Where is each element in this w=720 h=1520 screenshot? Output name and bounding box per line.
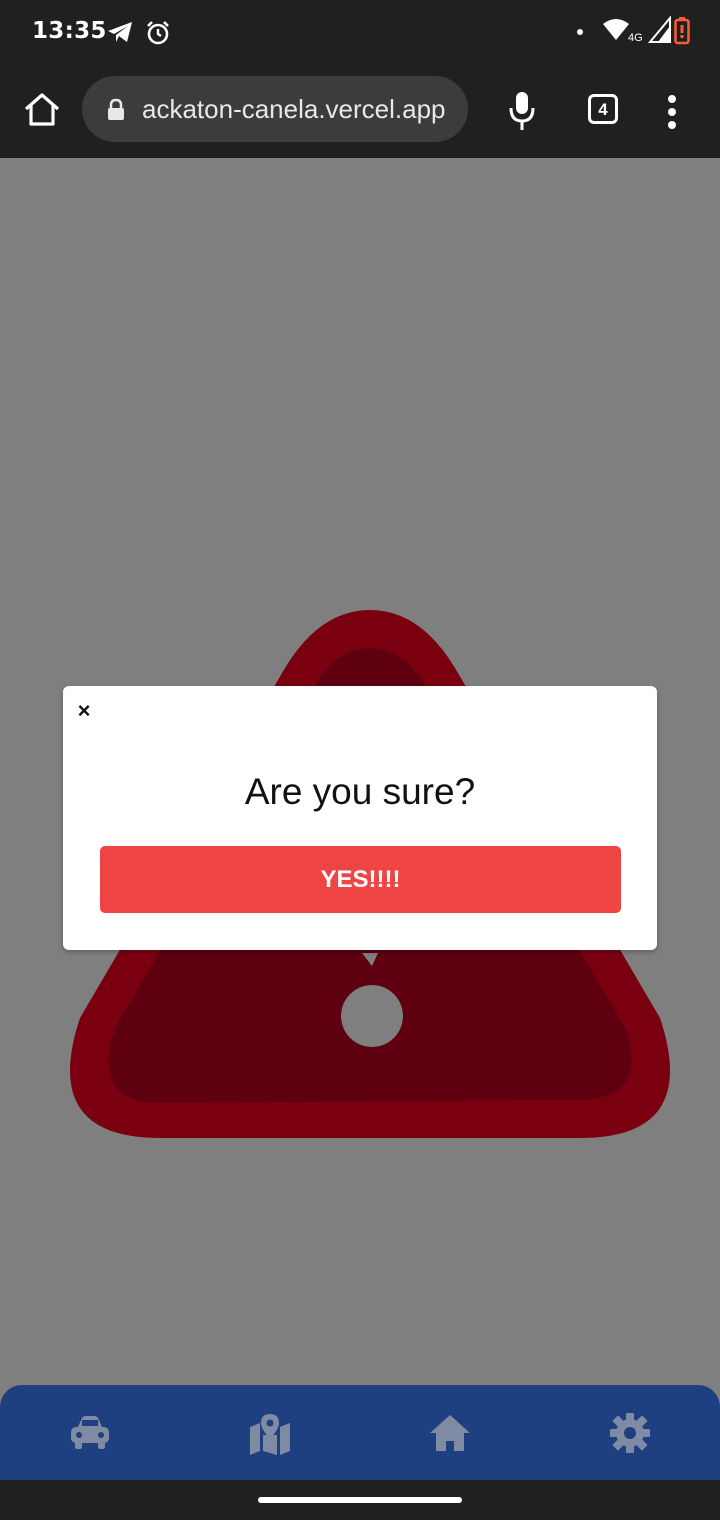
wifi-icon (603, 19, 629, 40)
yes-button[interactable]: YES!!!! (100, 846, 621, 913)
browser-toolbar: ackaton-canela.vercel.app 4 (0, 64, 720, 160)
lock-icon (108, 98, 124, 120)
more-vert-icon[interactable] (664, 94, 680, 130)
confirm-dialog: × Are you sure? YES!!!! (63, 686, 657, 950)
signal-4g-icon (648, 16, 671, 43)
tabs-icon[interactable]: 4 (588, 94, 618, 124)
close-icon[interactable]: × (73, 700, 95, 722)
car-icon[interactable] (68, 1411, 112, 1455)
notification-dot-icon (577, 29, 583, 35)
home-icon[interactable] (22, 90, 62, 130)
address-bar[interactable]: ackaton-canela.vercel.app (82, 76, 468, 142)
battery-icon (674, 17, 690, 45)
tab-count: 4 (598, 100, 608, 119)
dialog-title: Are you sure? (244, 771, 476, 812)
home-gesture-bar[interactable] (258, 1497, 462, 1503)
telegram-icon (108, 22, 132, 42)
settings-gear-icon[interactable] (608, 1411, 652, 1455)
map-icon[interactable] (248, 1411, 292, 1455)
status-bar: 13:35 4G (0, 0, 720, 64)
bottom-nav (0, 1385, 720, 1480)
status-time: 13:35 (32, 18, 107, 44)
network-label: 4G (628, 32, 643, 44)
alarm-icon (147, 21, 169, 45)
url-text: ackaton-canela.vercel.app (142, 94, 446, 124)
system-nav-area (0, 1480, 720, 1520)
mic-icon[interactable] (506, 90, 538, 132)
home-icon[interactable] (428, 1411, 472, 1455)
